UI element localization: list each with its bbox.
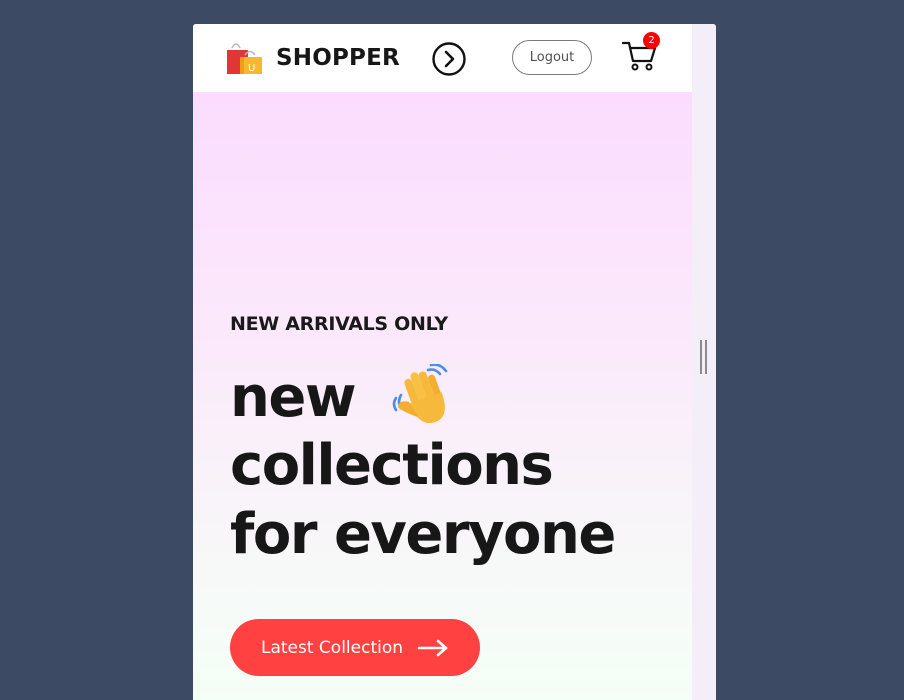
shopping-bags-logo-icon: U [227, 43, 262, 74]
latest-collection-label: Latest Collection [260, 637, 404, 658]
brand-logo[interactable]: U SHOPPER [226, 40, 400, 76]
hero-title-line-1: new [230, 365, 357, 430]
hero-section: NEW ARRIVALS ONLY new collections for ev… [193, 92, 692, 700]
device-frame: U SHOPPER Logout 2 NEW ARRIVALS ONLY new [193, 24, 716, 700]
scrollbar[interactable] [692, 24, 716, 700]
chevron-right-circle-icon[interactable] [431, 41, 467, 77]
cart-count-badge: 2 [643, 32, 660, 49]
hero-eyebrow: NEW ARRIVALS ONLY [230, 313, 448, 335]
hero-title-line-2: collections [230, 433, 554, 498]
navbar: U SHOPPER Logout 2 [193, 24, 692, 92]
app-viewport: U SHOPPER Logout 2 NEW ARRIVALS ONLY new [193, 24, 692, 700]
svg-text:U: U [248, 63, 255, 74]
latest-collection-button[interactable]: Latest Collection [230, 619, 480, 676]
hero-title-line-3: for everyone [230, 502, 616, 567]
brand-name: SHOPPER [276, 45, 400, 71]
logout-button[interactable]: Logout [512, 40, 592, 75]
arrow-right-icon [417, 639, 448, 656]
waving-hand-icon [392, 364, 448, 423]
scrollbar-grip-handle[interactable] [700, 340, 708, 374]
